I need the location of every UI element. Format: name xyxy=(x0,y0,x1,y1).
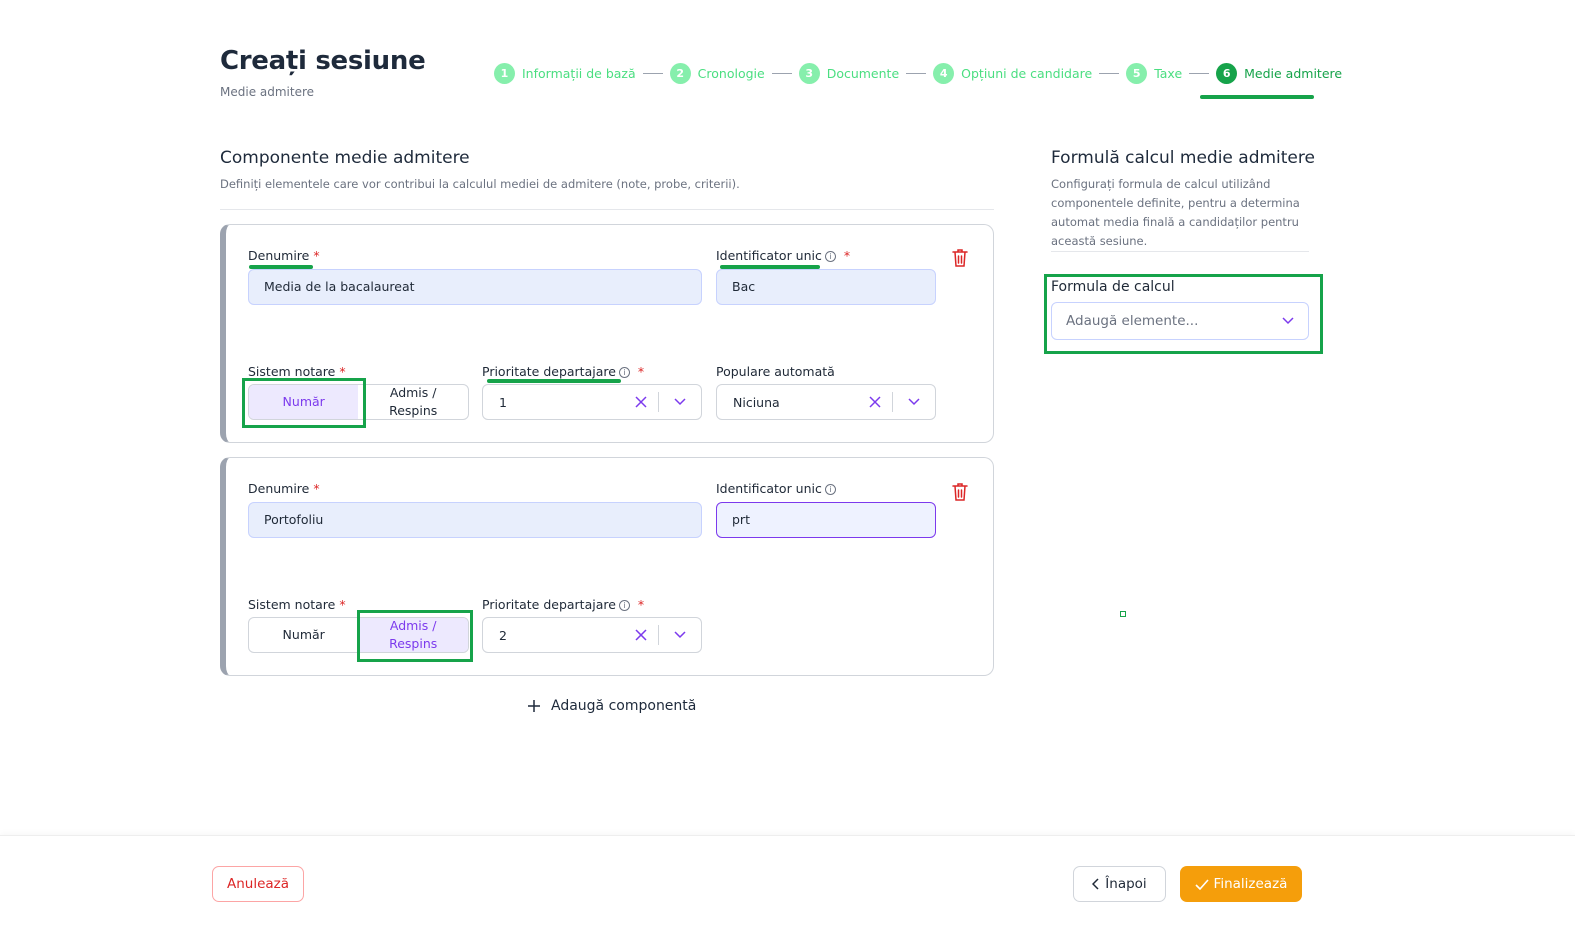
components-divider xyxy=(220,209,994,210)
label-text: Sistem notare xyxy=(248,364,336,379)
page-subtitle: Medie admitere xyxy=(220,85,315,99)
chevron-down-icon[interactable] xyxy=(659,398,701,406)
chevron-down-icon[interactable] xyxy=(893,398,935,406)
cancel-button[interactable]: Anulează xyxy=(212,866,304,902)
chevron-left-icon xyxy=(1092,878,1099,890)
step-separator xyxy=(906,73,927,74)
step-label: Medie admitere xyxy=(1244,66,1343,81)
required-mark: * xyxy=(313,481,320,496)
chevron-down-icon[interactable] xyxy=(659,631,701,639)
priority-value: 2 xyxy=(499,627,507,643)
identifier-label: Identificator unic i xyxy=(716,481,836,496)
add-component-button[interactable]: Adaugă componentă xyxy=(527,698,696,714)
identifier-input[interactable]: Bac xyxy=(716,269,936,305)
components-title: Componente medie admitere xyxy=(220,148,470,168)
label-text: Denumire xyxy=(248,481,310,496)
label-text: Identificator unic xyxy=(716,248,822,263)
highlight-box xyxy=(242,378,366,428)
step-label: Informații de bază xyxy=(522,66,636,81)
step-application-options[interactable]: 4 Opțiuni de candidare xyxy=(933,63,1092,84)
label-text: Prioritate departajare xyxy=(482,364,616,379)
step-basic-info[interactable]: 1 Informații de bază xyxy=(494,63,636,84)
label-text: Identificator unic xyxy=(716,481,822,496)
back-label: Înapoi xyxy=(1105,876,1147,892)
name-label: Denumire * xyxy=(248,481,320,496)
step-number: 4 xyxy=(933,63,955,84)
identifier-label: Identificator unic i * xyxy=(716,248,850,263)
trash-icon[interactable] xyxy=(951,482,969,502)
step-label: Cronologie xyxy=(697,66,765,81)
name-input[interactable]: Portofoliu xyxy=(248,502,702,538)
highlight-box xyxy=(357,610,473,662)
auto-fill-value: Niciuna xyxy=(733,394,780,410)
required-mark: * xyxy=(339,364,346,379)
info-icon[interactable]: i xyxy=(824,484,836,495)
trash-icon[interactable] xyxy=(951,248,969,268)
step-documents[interactable]: 3 Documente xyxy=(798,63,900,84)
step-fees[interactable]: 5 Taxe xyxy=(1126,63,1182,84)
highlight-underline xyxy=(487,379,621,383)
highlight-box xyxy=(1044,274,1323,354)
page-title: Creați sesiune xyxy=(220,46,426,76)
priority-label: Prioritate departajare i * xyxy=(482,597,644,612)
step-label: Opțiuni de candidare xyxy=(961,66,1093,81)
step-number: 1 xyxy=(494,63,515,84)
finish-label: Finalizează xyxy=(1213,876,1288,892)
required-mark: * xyxy=(843,248,851,263)
label-text: Sistem notare xyxy=(248,597,336,612)
step-separator xyxy=(642,73,663,74)
back-button[interactable]: Înapoi xyxy=(1073,866,1166,902)
step-number: 3 xyxy=(798,63,820,84)
auto-fill-label: Populare automată xyxy=(716,364,835,379)
step-number: 5 xyxy=(1126,63,1148,84)
marker xyxy=(1120,611,1126,617)
required-mark: * xyxy=(637,597,645,612)
clear-icon[interactable] xyxy=(858,396,892,408)
step-separator xyxy=(771,73,792,74)
step-number: 2 xyxy=(669,63,691,84)
name-input[interactable]: Media de la bacalaureat xyxy=(248,269,702,305)
name-label: Denumire * xyxy=(248,248,320,263)
formula-description: Configurați formula de calcul utilizând … xyxy=(1051,177,1300,248)
label-text: Denumire xyxy=(248,248,310,263)
grading-label: Sistem notare * xyxy=(248,364,346,379)
step-timeline[interactable]: 2 Cronologie xyxy=(669,63,765,84)
finish-button[interactable]: Finalizează xyxy=(1180,866,1302,902)
step-number: 6 xyxy=(1216,63,1238,84)
grading-label: Sistem notare * xyxy=(248,597,346,612)
info-icon[interactable]: i xyxy=(618,600,630,611)
formula-divider xyxy=(1051,251,1309,252)
info-icon[interactable]: i xyxy=(618,367,630,378)
grading-option-number[interactable]: Număr xyxy=(249,618,358,652)
components-description: Definiți elementele care vor contribui l… xyxy=(220,177,740,191)
step-separator xyxy=(1189,73,1210,74)
auto-fill-select[interactable]: Niciuna xyxy=(716,384,936,420)
clear-icon[interactable] xyxy=(624,629,658,641)
priority-select[interactable]: 1 xyxy=(482,384,702,420)
label-text: Prioritate departajare xyxy=(482,597,616,612)
step-admission-average[interactable]: 6 Medie admitere xyxy=(1216,63,1342,84)
clear-icon[interactable] xyxy=(624,396,658,408)
step-label: Documente xyxy=(826,66,900,81)
active-step-underline xyxy=(1200,95,1314,99)
check-icon xyxy=(1194,878,1209,890)
priority-value: 1 xyxy=(499,394,507,410)
required-mark: * xyxy=(339,597,346,612)
step-label: Taxe xyxy=(1154,66,1183,81)
plus-icon xyxy=(528,700,540,712)
add-component-label: Adaugă componentă xyxy=(551,698,697,714)
info-icon[interactable]: i xyxy=(824,251,836,262)
required-mark: * xyxy=(313,248,320,263)
formula-title: Formulă calcul medie admitere xyxy=(1051,148,1315,168)
priority-select[interactable]: 2 xyxy=(482,617,702,653)
priority-label: Prioritate departajare i * xyxy=(482,364,644,379)
required-mark: * xyxy=(637,364,645,379)
identifier-input[interactable]: prt xyxy=(716,502,936,538)
stepper: 1 Informații de bază 2 Cronologie 3 Docu… xyxy=(494,63,1342,84)
grading-option-pass-fail[interactable]: Admis / Respins xyxy=(358,385,468,419)
step-separator xyxy=(1099,73,1120,74)
